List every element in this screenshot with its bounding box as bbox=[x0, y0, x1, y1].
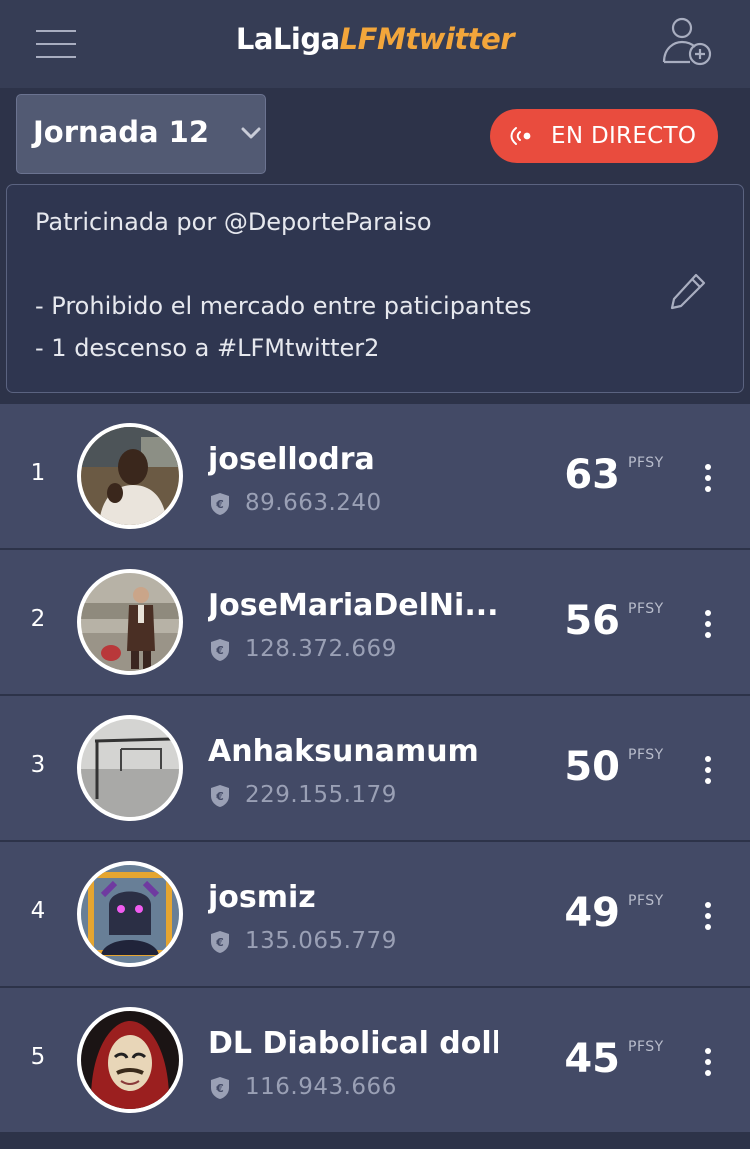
more-options-icon[interactable] bbox=[696, 892, 720, 932]
ranking-row[interactable]: 5 DL Diabolical doll € 116.943.666 45 PF… bbox=[0, 988, 750, 1132]
points-unit: PFSY bbox=[628, 601, 664, 617]
points-unit: PFSY bbox=[628, 747, 664, 763]
ranking-row[interactable]: 1 josellodra € 89.663.240 63 PFSY bbox=[0, 404, 750, 548]
player-name: josellodra bbox=[208, 442, 375, 477]
more-options-icon[interactable] bbox=[696, 1038, 720, 1078]
player-name: JoseMariaDelNi... bbox=[208, 588, 498, 623]
svg-text:€: € bbox=[215, 936, 224, 949]
ranking-position: 5 bbox=[30, 1044, 46, 1070]
avatar bbox=[77, 1007, 183, 1113]
more-options-icon[interactable] bbox=[696, 746, 720, 786]
svg-text:€: € bbox=[215, 644, 224, 657]
avatar bbox=[77, 569, 183, 675]
live-button[interactable]: EN DIRECTO bbox=[490, 109, 718, 163]
description-line-3: - 1 descenso a #LFMtwitter2 bbox=[35, 334, 380, 362]
points: 50 bbox=[564, 744, 620, 790]
team-value: 116.943.666 bbox=[245, 1074, 397, 1100]
svg-text:€: € bbox=[215, 498, 224, 511]
money-shield-icon: € bbox=[208, 783, 232, 809]
money-shield-icon: € bbox=[208, 1075, 232, 1101]
team-value: 135.065.779 bbox=[245, 928, 397, 954]
points: 49 bbox=[564, 890, 620, 936]
points: 45 bbox=[564, 1036, 620, 1082]
ranking-position: 4 bbox=[30, 898, 46, 924]
svg-text:€: € bbox=[215, 1082, 224, 1095]
points: 63 bbox=[564, 452, 620, 498]
svg-text:€: € bbox=[215, 790, 224, 803]
ranking-position: 2 bbox=[30, 606, 46, 632]
pencil-icon[interactable] bbox=[667, 271, 709, 311]
points: 56 bbox=[564, 598, 620, 644]
team-value: 128.372.669 bbox=[245, 636, 397, 662]
app-title-part2: LFMtwitter bbox=[339, 22, 515, 56]
avatar bbox=[77, 423, 183, 529]
ranking-row[interactable]: 3 Anhaksunamum € 229.155.179 50 PFSY bbox=[0, 696, 750, 840]
more-options-icon[interactable] bbox=[696, 454, 720, 494]
round-select[interactable]: Jornada 12 bbox=[16, 94, 266, 174]
round-select-label: Jornada 12 bbox=[33, 115, 210, 149]
chevron-down-icon bbox=[239, 125, 263, 141]
live-broadcast-icon bbox=[508, 125, 534, 147]
app-title: LaLigaLFMtwitter bbox=[0, 22, 750, 56]
money-shield-icon: € bbox=[208, 491, 232, 517]
points-unit: PFSY bbox=[628, 1039, 664, 1055]
app-header: LaLigaLFMtwitter bbox=[0, 0, 750, 88]
add-user-icon[interactable] bbox=[660, 16, 716, 70]
more-options-icon[interactable] bbox=[696, 600, 720, 640]
team-value: 89.663.240 bbox=[245, 490, 382, 516]
points-unit: PFSY bbox=[628, 455, 664, 471]
money-shield-icon: € bbox=[208, 929, 232, 955]
avatar bbox=[77, 715, 183, 821]
ranking-position: 1 bbox=[30, 460, 46, 486]
player-name: josmiz bbox=[208, 880, 316, 915]
league-description: Patricinada por @DeporteParaiso - Prohib… bbox=[6, 184, 744, 393]
ranking-row[interactable]: 4 josmiz € 135.065.779 49 PFSY bbox=[0, 842, 750, 986]
avatar bbox=[77, 861, 183, 967]
money-shield-icon: € bbox=[208, 637, 232, 663]
description-line-2: - Prohibido el mercado entre paticipante… bbox=[35, 292, 532, 320]
team-value: 229.155.179 bbox=[245, 782, 397, 808]
ranking-position: 3 bbox=[30, 752, 46, 778]
points-unit: PFSY bbox=[628, 893, 664, 909]
player-name: DL Diabolical doll bbox=[208, 1026, 498, 1061]
ranking-row[interactable]: 2 JoseMariaDelNi... € 128.372.669 56 PFS… bbox=[0, 550, 750, 694]
app-title-part1: LaLiga bbox=[235, 22, 340, 56]
description-line-1: Patricinada por @DeporteParaiso bbox=[35, 208, 432, 236]
player-name: Anhaksunamum bbox=[208, 734, 479, 769]
live-button-label: EN DIRECTO bbox=[551, 123, 697, 149]
